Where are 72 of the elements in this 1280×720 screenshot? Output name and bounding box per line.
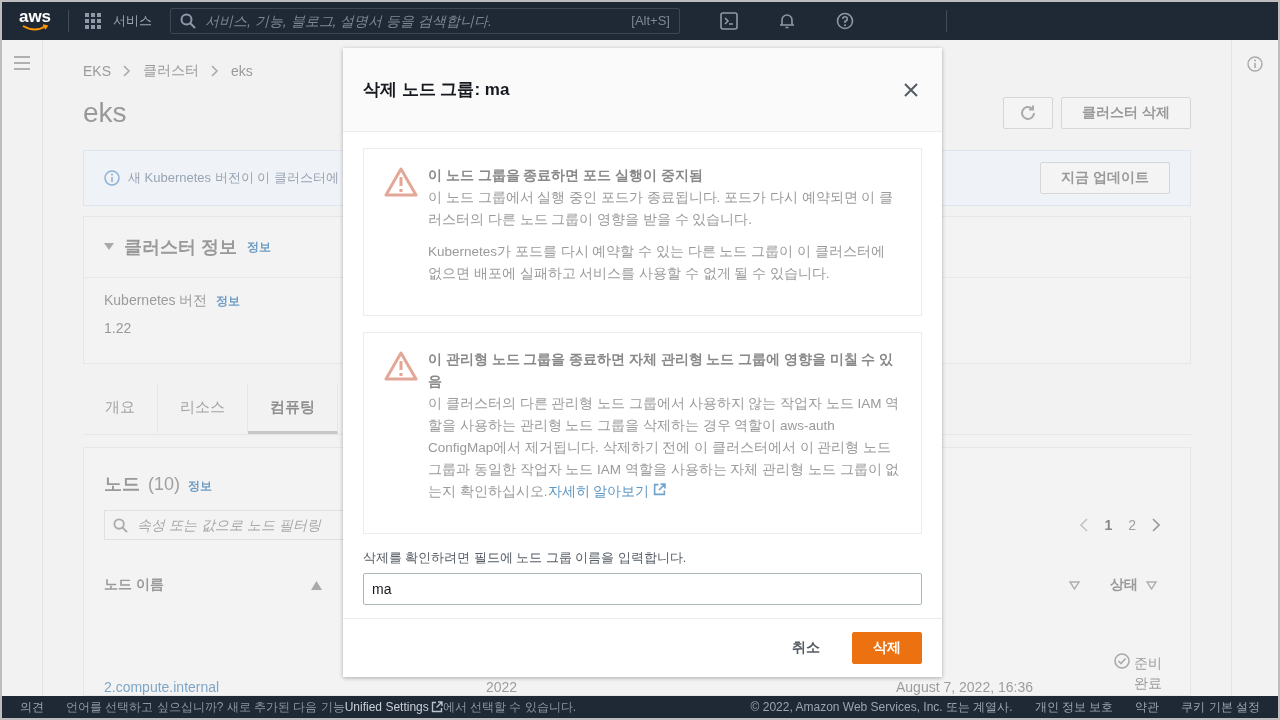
section-title: 클러스터 정보 bbox=[124, 236, 237, 259]
column-header[interactable]: 상태 bbox=[1110, 576, 1138, 594]
node-name-link[interactable]: 2.compute.internal bbox=[104, 679, 486, 695]
terminal-icon[interactable] bbox=[720, 12, 738, 30]
search-icon bbox=[180, 13, 196, 29]
check-circle-icon bbox=[1114, 653, 1130, 669]
page-title: eks bbox=[83, 97, 128, 129]
chevron-icon bbox=[123, 65, 131, 77]
feedback-link[interactable]: 의견 bbox=[20, 698, 44, 716]
footer-link[interactable]: 개인 정보 보호 bbox=[1034, 698, 1114, 716]
node-count: (10) bbox=[148, 474, 180, 495]
cancel-button[interactable]: 취소 bbox=[772, 632, 840, 664]
page-button[interactable]: 2 bbox=[1128, 517, 1136, 533]
breadcrumb-link[interactable]: EKS bbox=[83, 63, 111, 79]
bell-icon[interactable] bbox=[778, 12, 796, 30]
close-icon bbox=[904, 82, 918, 97]
alert-text: Kubernetes가 포드를 다시 예약할 수 있는 다른 노드 그룹이 이 클러스터에 없으면 배포에 실패하고 서비스를 사용할 수 없게 될 수 있습니다. bbox=[428, 243, 886, 283]
update-now-button[interactable]: 지금 업데이트 bbox=[1040, 162, 1170, 194]
info-link[interactable]: 정보 bbox=[247, 238, 271, 256]
table-cell: August 7, 2022, 16:36 bbox=[896, 679, 1033, 695]
info-icon bbox=[104, 170, 120, 186]
refresh-icon bbox=[1019, 104, 1038, 122]
language-notice: 언어를 선택하고 싶으십니까? 새로 추가된 다음 기능Unified Settings 에서 선택할 수 있습니다. bbox=[66, 698, 577, 716]
section-title: 노드 bbox=[104, 473, 140, 496]
info-link[interactable]: 정보 bbox=[188, 478, 212, 495]
status-text: 준비 완료 bbox=[1134, 654, 1163, 693]
field-label: Kubernetes 버전 bbox=[104, 292, 208, 310]
services-menu[interactable]: 서비스 bbox=[113, 12, 152, 30]
sort-ascending-icon[interactable] bbox=[311, 580, 322, 590]
external-link-icon bbox=[430, 700, 443, 713]
chevron-icon bbox=[211, 65, 219, 77]
field-value: 1.22 bbox=[104, 320, 133, 336]
footer-link[interactable]: 쿠키 기본 설정 bbox=[1181, 698, 1260, 716]
external-link-icon bbox=[653, 483, 667, 496]
alert-text: 이 노드 그룹에서 실행 중인 포드가 종료됩니다. 포드가 다시 예약되면 이 클러스터의 다른 노드 그룹이 영향을 받을 수 있습니다. bbox=[428, 189, 894, 229]
shortcut-hint: [Alt+S] bbox=[631, 13, 670, 28]
info-link[interactable]: 정보 bbox=[215, 293, 240, 310]
tab[interactable]: 컴퓨팅 bbox=[248, 384, 338, 434]
node-group-name-input[interactable]: ma bbox=[363, 573, 922, 605]
collapse-caret-icon[interactable] bbox=[104, 243, 114, 251]
unified-settings-link[interactable]: Unified Settings bbox=[344, 699, 443, 714]
warning-icon bbox=[384, 351, 418, 381]
breadcrumb-link[interactable]: 클러스터 bbox=[143, 62, 199, 80]
alert-title: 이 노드 그룹을 종료하면 포드 실행이 중지됨 bbox=[428, 167, 704, 185]
delete-cluster-button[interactable]: 클러스터 삭제 bbox=[1061, 97, 1191, 129]
previous-page-icon[interactable] bbox=[1080, 518, 1089, 532]
search-icon bbox=[113, 518, 128, 533]
info-icon[interactable] bbox=[1247, 56, 1263, 72]
confirm-label: 삭제를 확인하려면 필드에 노드 그룹 이름을 입력합니다. bbox=[363, 550, 688, 567]
refresh-button[interactable] bbox=[1003, 97, 1054, 129]
alert-title: 이 관리형 노드 그룹을 종료하면 자체 관리형 노드 그룹에 영향을 미칠 수 있음 bbox=[428, 351, 894, 391]
warning-icon bbox=[384, 167, 418, 197]
tab[interactable]: 리소스 bbox=[158, 384, 248, 434]
dialog-title: 삭제 노드 그룹: ma bbox=[363, 79, 510, 101]
delete-button[interactable]: 삭제 bbox=[852, 632, 922, 664]
alert-text: 이 클러스터의 다른 관리형 노드 그룹에서 사용하지 않는 작업자 노드 IAM 역할을 사용하는 관리형 노드 그룹을 삭제하는 경우 역할이 aws-auth ConfigMap에서 제거됩니다. 삭제하기 전에 이 클러스터에서 이 관리형 노드 그룹과 동일한 작업자 노드 IAM 역할을 사용하는 자체 관리형 노드 그룹이 없는지 확인하십시오.자세히 알아보기 bbox=[428, 395, 901, 501]
sort-icon[interactable] bbox=[1146, 580, 1157, 590]
next-page-icon[interactable] bbox=[1152, 518, 1160, 532]
table-cell-text: 2022 bbox=[486, 679, 519, 695]
grid-icon[interactable] bbox=[85, 13, 101, 29]
footer-link[interactable]: 약관 bbox=[1135, 698, 1160, 716]
learn-more-link[interactable]: 자세히 알아보기 bbox=[547, 484, 667, 499]
aws-logo[interactable]: aws bbox=[18, 10, 52, 32]
banner-text: 새 Kubernetes 버전이 이 클러스터에 bbox=[128, 169, 339, 187]
copyright-text: © 2022, Amazon Web Services, Inc. 또는 계열사. bbox=[750, 698, 1013, 716]
page-button[interactable]: 1 bbox=[1104, 517, 1113, 533]
breadcrumb-link[interactable]: eks bbox=[231, 63, 253, 79]
column-header[interactable]: 노드 이름 bbox=[104, 576, 164, 594]
help-icon[interactable] bbox=[836, 12, 854, 30]
tab[interactable]: 개요 bbox=[83, 384, 158, 434]
sort-icon[interactable] bbox=[1069, 580, 1080, 590]
menu-icon[interactable] bbox=[14, 56, 30, 70]
